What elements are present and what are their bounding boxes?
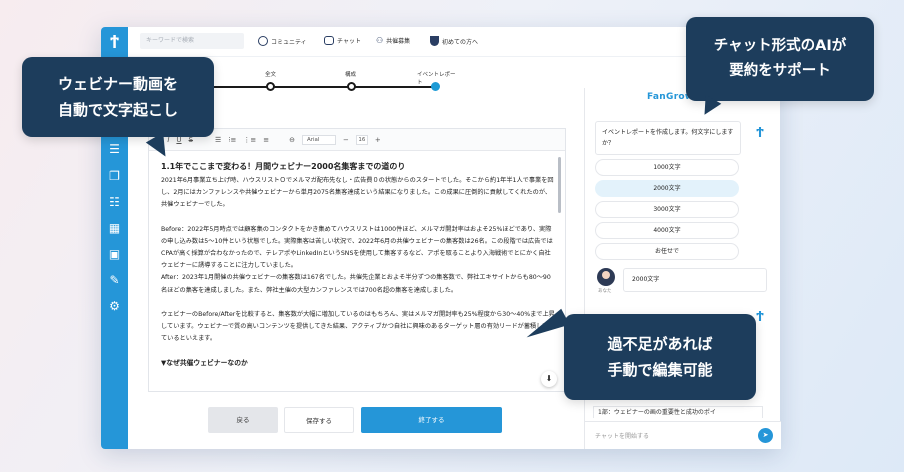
callout-line: 要約をサポート (729, 63, 831, 79)
callout-manual-edit: 過不足があれば 手動で編集可能 (564, 314, 756, 400)
numbered-list-icon[interactable]: ⋮≡ (243, 136, 256, 144)
bot-message: イベントレポートを作成します。何文字にしますか？ (595, 121, 741, 155)
step-label-structure: 構成 (345, 72, 357, 78)
nav-chat[interactable]: チャット (324, 36, 361, 45)
save-button[interactable]: 保存する (284, 407, 354, 433)
section-heading: ▼なぜ共催ウェビナーなのか (161, 359, 248, 368)
chat-bubble-icon (324, 36, 334, 45)
bullet-list-icon[interactable]: ⁝≡ (228, 136, 236, 144)
paragraph: ウェビナーのBefore/Afterを比較すると、集客数が大幅に増加しているのは… (161, 310, 555, 343)
user-avatar (597, 268, 615, 286)
app-logo-icon[interactable]: Ϯ (108, 35, 121, 48)
shield-icon (430, 36, 439, 46)
nav-cohost[interactable]: ⚇ 共催募集 (376, 36, 410, 45)
nav-community-label: コミュニティ (271, 38, 307, 46)
list-icon[interactable]: ☰ (108, 143, 121, 156)
option-omakase[interactable]: お任せで (595, 243, 739, 260)
send-icon[interactable]: ➤ (758, 428, 773, 443)
chat-input-placeholder: チャットを開始する (595, 433, 649, 440)
globe-icon (258, 36, 268, 46)
back-button[interactable]: 戻る (208, 407, 278, 433)
option-3000[interactable]: 3000文字 (595, 201, 739, 218)
bot-avatar-icon: Ϯ (756, 125, 764, 138)
nav-first-time[interactable]: 初めての方へ (430, 36, 478, 46)
callout-ai-summary: チャット形式のAIが 要約をサポート (686, 17, 874, 101)
step-label-full: 全文 (265, 72, 277, 78)
link-icon[interactable]: ⊖ (289, 136, 295, 144)
gallery-icon[interactable]: ▣ (108, 248, 121, 261)
font-size-increase-button[interactable]: + (375, 136, 381, 144)
option-4000[interactable]: 4000文字 (595, 222, 739, 239)
copy-icon[interactable]: ❐ (108, 170, 121, 183)
edit-icon[interactable]: ✎ (108, 274, 121, 287)
article-title: 1.1年でここまで変わる！月間ウェビナー2000名集客までの道のり (161, 162, 406, 171)
callout-line: チャット形式のAIが (713, 38, 847, 54)
font-size-decrease-button[interactable]: − (343, 136, 349, 144)
callout-transcription: ウェビナー動画を 自動で文字起こし (22, 57, 214, 137)
editor-scrollbar[interactable] (558, 157, 561, 213)
font-size-input[interactable]: 16 (355, 134, 368, 145)
paragraph: Before：2022年5月時点では顧客集のコンタクトをかき集めてハウスリストは… (161, 225, 553, 294)
font-select[interactable]: Arial (302, 134, 336, 145)
chart-icon[interactable]: ▦ (108, 222, 121, 235)
settings-gear-icon[interactable]: ⚙ (108, 300, 121, 313)
callout-line: 過不足があれば (607, 335, 713, 353)
bot-message-preview: 1部：ウェビナーの画の重要性と成功のポイ (593, 406, 763, 418)
step-dot-report[interactable] (431, 82, 440, 91)
chat-input[interactable]: チャットを開始する ➤ (585, 421, 781, 449)
nav-cohost-label: 共催募集 (386, 38, 411, 45)
callout-line: ウェビナー動画を (57, 75, 178, 93)
report-editor[interactable]: B I U S ☰ ⁝≡ ⋮≡ ≡ ⊖ Arial − 16 + 1.1年でここ… (148, 128, 566, 392)
align-icon[interactable]: ☰ (215, 136, 221, 144)
callout-line: 自動で文字起こし (57, 101, 178, 119)
user-message: 2000文字 (623, 268, 767, 292)
search-input[interactable]: キーワードで検索 (140, 33, 244, 49)
paragraph: 2021年6月事業立ち上げ時、ハウスリストＯでメルマガ配布先なし・広告費０の状態… (161, 177, 554, 209)
people-icon: ⚇ (376, 36, 384, 45)
nav-community[interactable]: コミュニティ (258, 36, 307, 46)
download-icon[interactable]: ⬇ (541, 371, 557, 387)
editor-content[interactable]: 1.1年でここまで変わる！月間ウェビナー2000名集客までの道のり 2021年6… (161, 161, 556, 370)
user-name: あなた (598, 289, 612, 294)
finish-button[interactable]: 終了する (361, 407, 502, 433)
step-dot-structure[interactable] (347, 82, 356, 91)
database-icon[interactable]: ☷ (108, 196, 121, 209)
indent-icon[interactable]: ≡ (263, 136, 269, 144)
callout-line: 手動で編集可能 (607, 361, 713, 379)
top-bar: キーワードで検索 コミュニティ チャット ⚇ 共催募集 初めての方へ (128, 27, 780, 57)
step-dot-full[interactable] (266, 82, 275, 91)
nav-first-time-label: 初めての方へ (442, 38, 479, 46)
bot-avatar-icon: Ϯ (756, 309, 764, 322)
option-2000[interactable]: 2000文字 (595, 180, 739, 197)
nav-chat-label: チャット (337, 38, 361, 45)
option-1000[interactable]: 1000文字 (595, 159, 739, 176)
